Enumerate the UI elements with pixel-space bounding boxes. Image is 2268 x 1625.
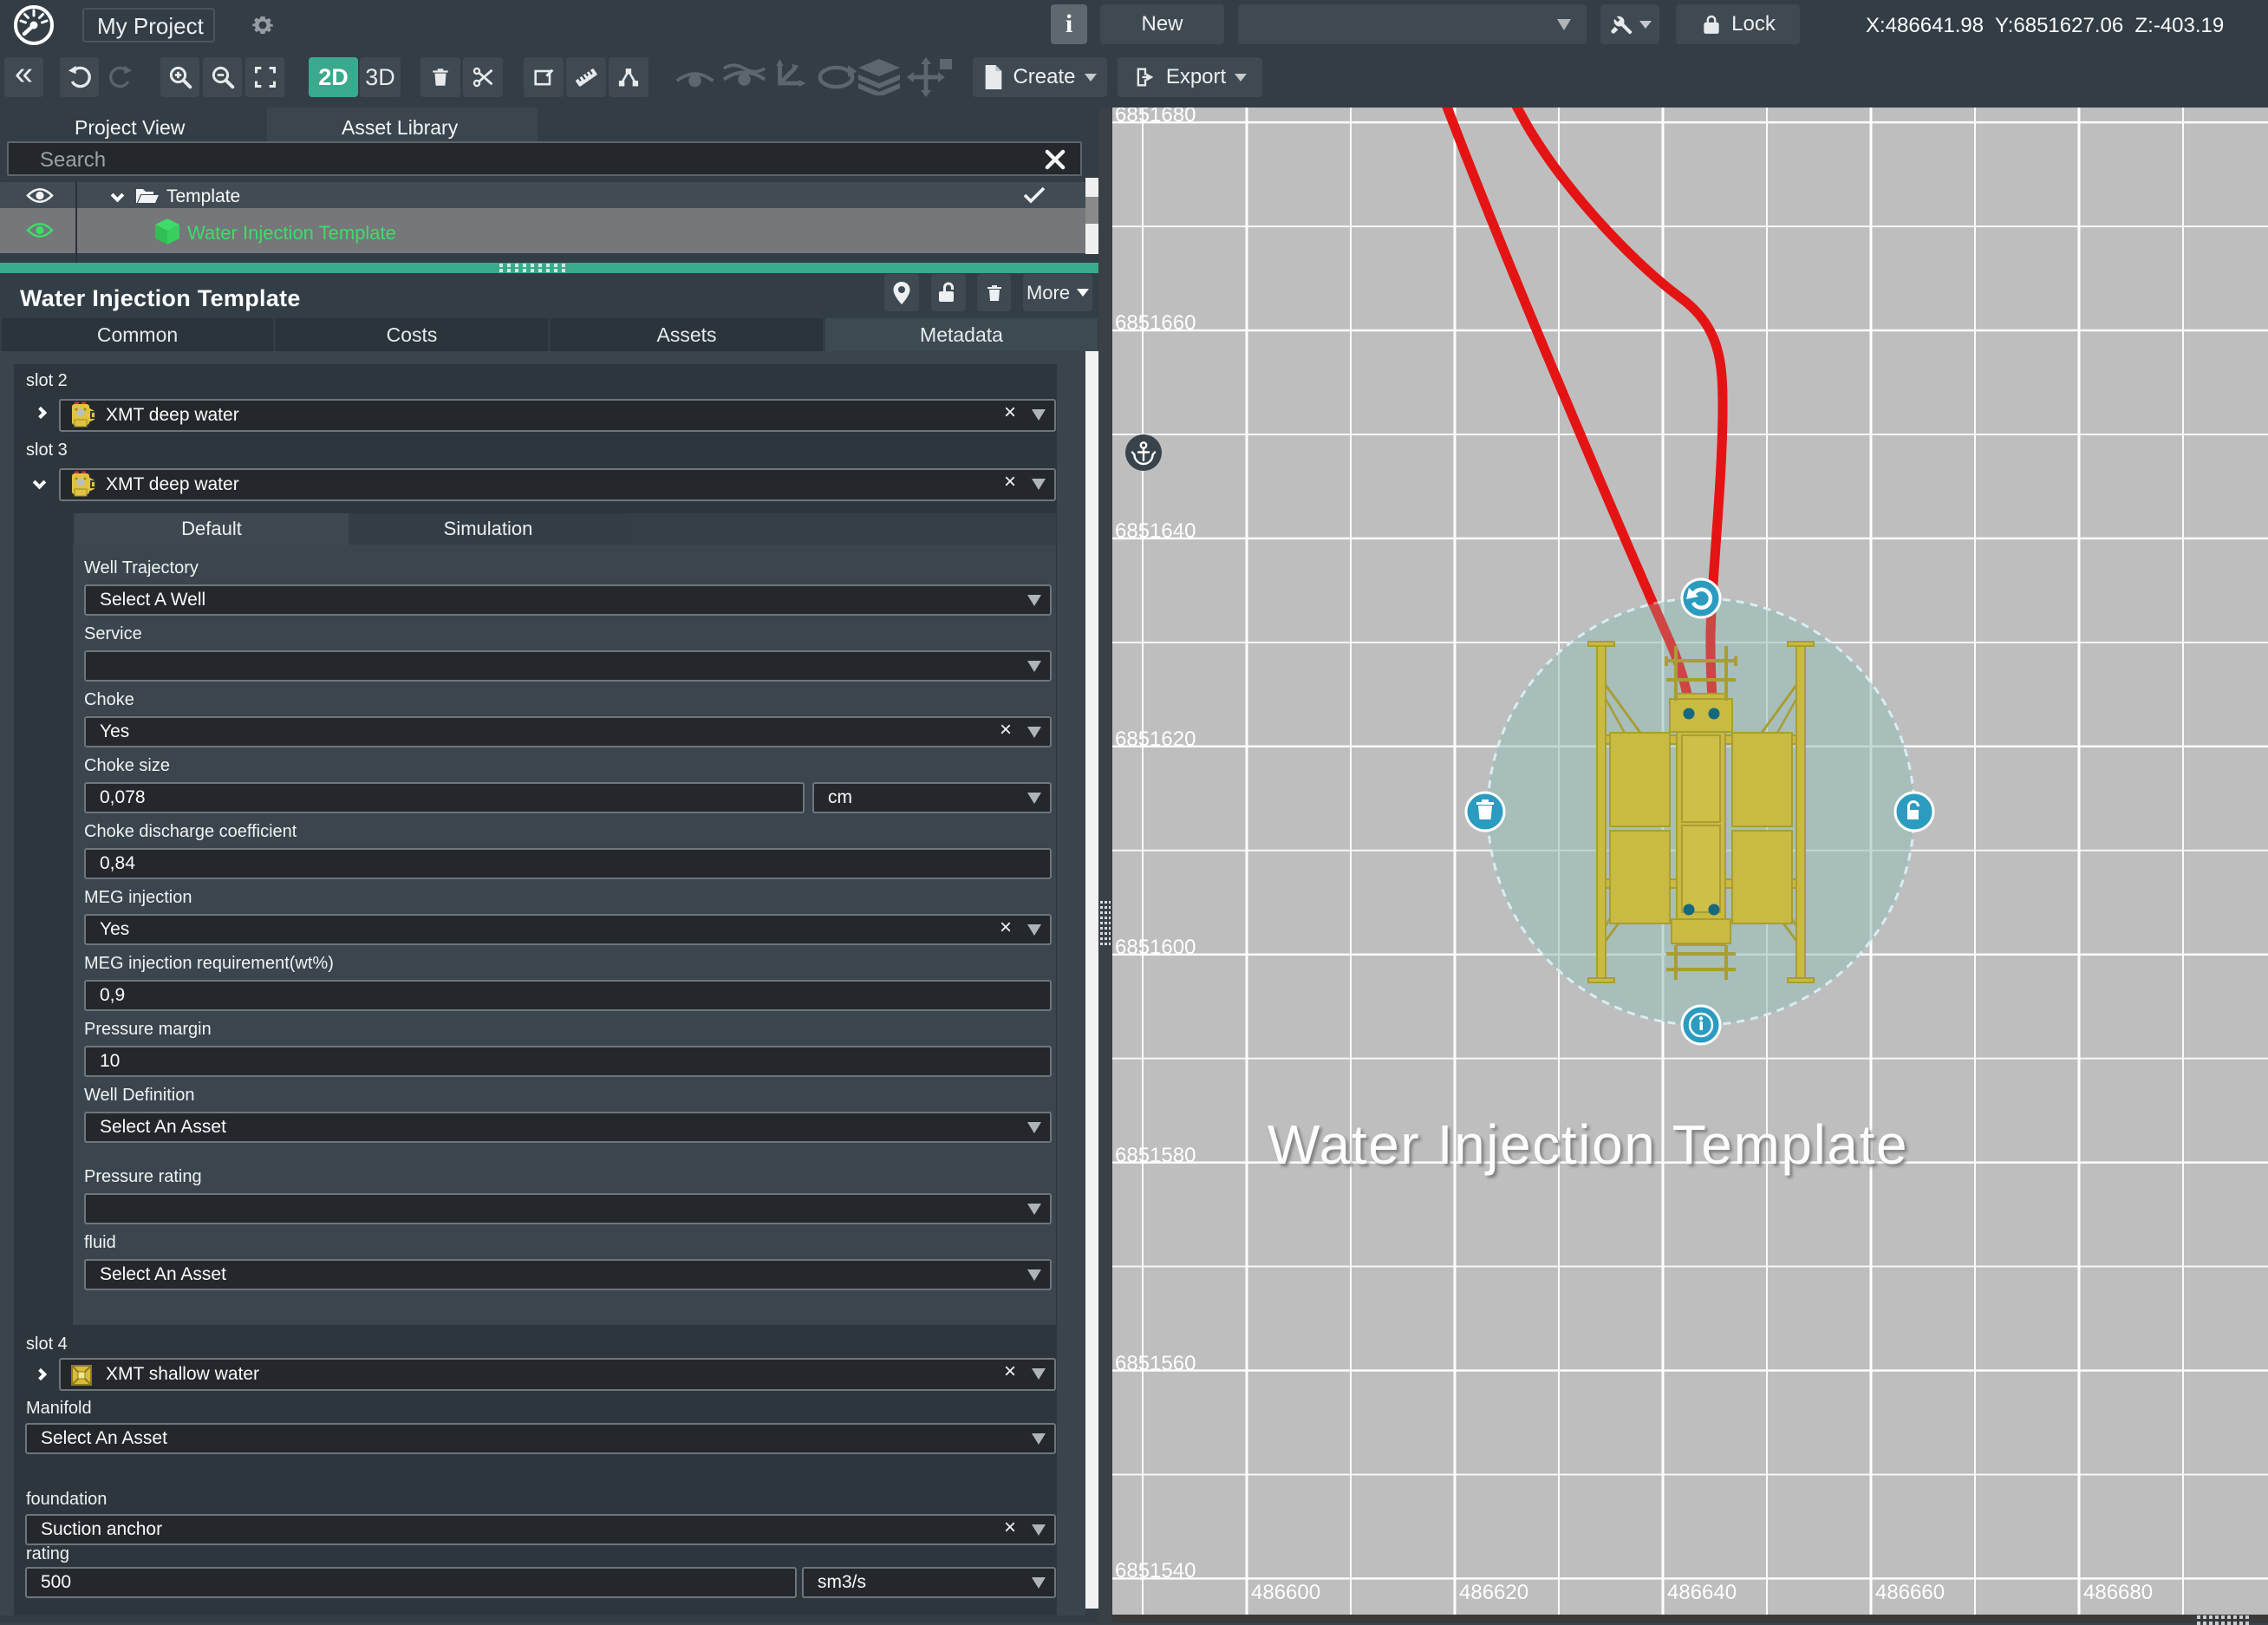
svg-text:486620: 486620 <box>1459 1581 1528 1604</box>
svg-text:6851560: 6851560 <box>1115 1352 1196 1375</box>
svg-text:486680: 486680 <box>2083 1581 2153 1604</box>
svg-text:6851620: 6851620 <box>1115 728 1196 751</box>
svg-text:6851680: 6851680 <box>1115 108 1196 127</box>
svg-text:6851640: 6851640 <box>1115 519 1196 543</box>
svg-text:486600: 486600 <box>1251 1581 1320 1604</box>
svg-text:6851660: 6851660 <box>1115 311 1196 335</box>
svg-text:6851540: 6851540 <box>1115 1559 1196 1583</box>
svg-text:486640: 486640 <box>1667 1581 1737 1604</box>
svg-text:6851600: 6851600 <box>1115 936 1196 959</box>
svg-text:486660: 486660 <box>1875 1581 1945 1604</box>
svg-text:6851580: 6851580 <box>1115 1144 1196 1167</box>
